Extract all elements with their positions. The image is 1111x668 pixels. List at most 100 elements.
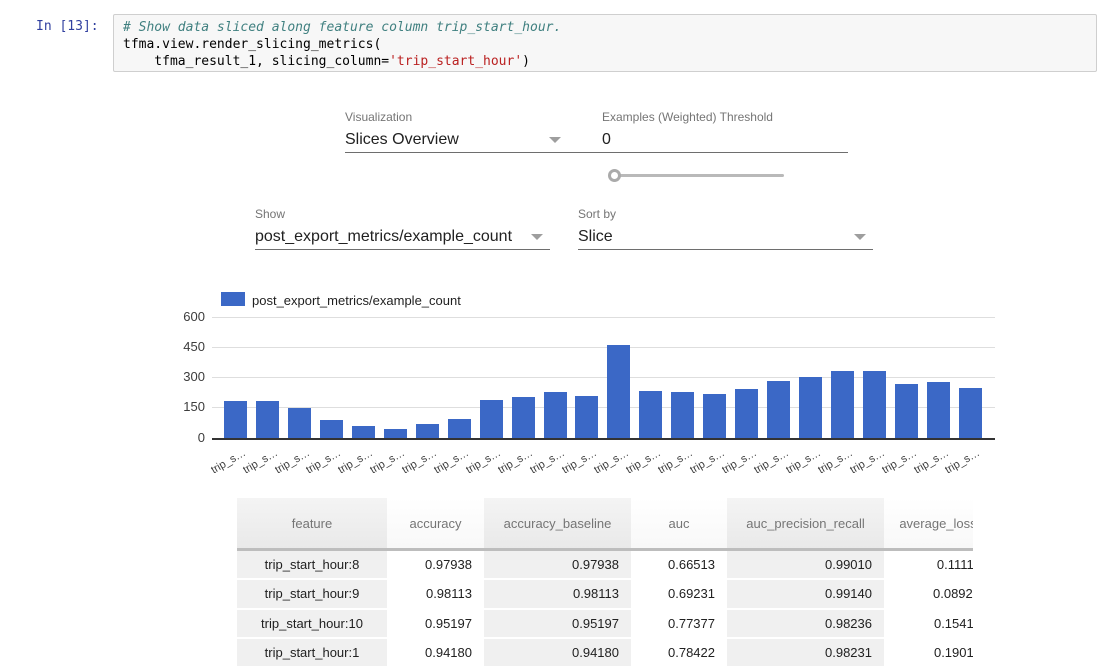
x-axis-tick-label: trip_s… <box>880 447 919 476</box>
metrics-table[interactable]: featuretrip_start_hour:8trip_start_hour:… <box>237 498 973 668</box>
bar-19[interactable] <box>831 371 854 438</box>
metric-cell: 0.99140 <box>727 580 884 609</box>
metric-cell: 0.97938 <box>387 551 484 580</box>
feature-cell: trip_start_hour:9 <box>237 580 387 609</box>
gridline <box>212 317 995 318</box>
metric-cell: 0.66513 <box>631 551 727 580</box>
metric-cell: 0.97938 <box>484 551 631 580</box>
threshold-underline <box>602 152 848 153</box>
table-column-average_loss: average_loss 0.111110.089220.154110.19011 <box>884 498 973 668</box>
bar-14[interactable] <box>671 392 694 438</box>
column-header[interactable]: accuracy <box>387 498 484 548</box>
threshold-slider-track[interactable] <box>615 174 784 177</box>
x-axis-tick-label: trip_s… <box>912 447 951 476</box>
y-axis-tick-label: 300 <box>173 369 205 384</box>
metric-cell: 0.77377 <box>631 610 727 639</box>
table-column-feature: featuretrip_start_hour:8trip_start_hour:… <box>237 498 387 668</box>
sort-by-select[interactable]: Slice <box>578 228 613 246</box>
metric-cell: 0.98236 <box>727 610 884 639</box>
x-axis-tick-label: trip_s… <box>848 447 887 476</box>
bar-21[interactable] <box>895 384 918 438</box>
metric-cell: 0.19011 <box>884 639 973 668</box>
bar-4[interactable] <box>352 426 375 438</box>
bar-15[interactable] <box>703 394 726 438</box>
bar-7[interactable] <box>448 419 471 438</box>
bar-6[interactable] <box>416 424 439 438</box>
table-column-accuracy_baseline: accuracy_baseline0.979380.981130.951970.… <box>484 498 631 668</box>
bar-22[interactable] <box>927 382 950 438</box>
bar-1[interactable] <box>256 401 279 438</box>
metric-cell: 0.99010 <box>727 551 884 580</box>
metric-cell: 0.11111 <box>884 551 973 580</box>
gridline <box>212 347 995 348</box>
bar-10[interactable] <box>544 392 567 438</box>
x-axis-tick-label: trip_s… <box>720 447 759 476</box>
x-axis-tick-label: trip_s… <box>752 447 791 476</box>
x-axis-tick-label: trip_s… <box>944 447 983 476</box>
metric-cell: 0.95197 <box>387 610 484 639</box>
x-axis-tick-label: trip_s… <box>336 447 375 476</box>
metric-cell: 0.78422 <box>631 639 727 668</box>
chevron-down-icon[interactable] <box>531 234 543 240</box>
x-axis-tick-label: trip_s… <box>528 447 567 476</box>
bar-11[interactable] <box>575 396 598 438</box>
metric-cell: 0.98113 <box>387 580 484 609</box>
x-axis-tick-label: trip_s… <box>592 447 631 476</box>
show-underline <box>255 249 550 250</box>
bar-18[interactable] <box>799 377 822 438</box>
bar-12[interactable] <box>607 345 630 438</box>
column-header[interactable]: average_loss <box>884 498 973 548</box>
visualization-label: Visualization <box>345 110 412 124</box>
x-axis-tick-label: trip_s… <box>273 447 312 476</box>
bar-13[interactable] <box>639 391 662 438</box>
threshold-input[interactable]: 0 <box>602 131 611 149</box>
bar-0[interactable] <box>224 401 247 438</box>
x-axis-tick-label: trip_s… <box>368 447 407 476</box>
chevron-down-icon[interactable] <box>549 137 561 143</box>
sort-by-underline <box>578 249 873 250</box>
bar-16[interactable] <box>735 389 758 438</box>
show-select[interactable]: post_export_metrics/example_count <box>255 228 512 246</box>
x-axis-tick-label: trip_s… <box>656 447 695 476</box>
bar-23[interactable] <box>959 388 982 438</box>
code-comment-line: # Show data sliced along feature column … <box>123 19 1087 36</box>
bar-17[interactable] <box>767 381 790 438</box>
y-axis-tick-label: 450 <box>173 339 205 354</box>
legend-label: post_export_metrics/example_count <box>252 293 461 308</box>
bar-20[interactable] <box>863 371 886 438</box>
x-axis-line <box>212 438 995 440</box>
x-axis-tick-label: trip_s… <box>496 447 535 476</box>
x-axis-tick-label: trip_s… <box>432 447 471 476</box>
legend-swatch <box>221 292 245 306</box>
cell-prompt: In [13]: <box>36 19 99 34</box>
metric-cell: 0.95197 <box>484 610 631 639</box>
bar-5[interactable] <box>384 429 407 438</box>
metric-cell: 0.15411 <box>884 610 973 639</box>
column-header[interactable]: accuracy_baseline <box>484 498 631 548</box>
code-cell[interactable]: # Show data sliced along feature column … <box>113 14 1097 72</box>
metric-cell: 0.69231 <box>631 580 727 609</box>
threshold-slider-handle[interactable] <box>608 169 621 182</box>
visualization-select[interactable]: Slices Overview <box>345 131 459 149</box>
table-column-accuracy: accuracy 0.979380.981130.951970.94180 <box>387 498 484 668</box>
x-axis-tick-label: trip_s… <box>209 447 248 476</box>
bar-2[interactable] <box>288 408 311 438</box>
code-line-2: tfma.view.render_slicing_metrics( <box>123 36 1087 53</box>
table-column-auc_precision_recall: auc_precision_recall0.990100.991400.9823… <box>727 498 884 668</box>
bar-3[interactable] <box>320 420 343 438</box>
metric-cell: 0.98231 <box>727 639 884 668</box>
chevron-down-icon[interactable] <box>854 234 866 240</box>
column-header[interactable]: auc <box>631 498 727 548</box>
bar-9[interactable] <box>512 397 535 438</box>
bar-8[interactable] <box>480 400 503 438</box>
feature-cell: trip_start_hour:1 <box>237 639 387 668</box>
column-header[interactable]: feature <box>237 498 387 548</box>
y-axis-tick-label: 0 <box>173 430 205 445</box>
x-axis-tick-label: trip_s… <box>688 447 727 476</box>
feature-cell: trip_start_hour:8 <box>237 551 387 580</box>
metric-cell: 0.94180 <box>387 639 484 668</box>
code-line-3: tfma_result_1, slicing_column='trip_star… <box>123 53 1087 70</box>
metric-cell: 0.08922 <box>884 580 973 609</box>
threshold-label: Examples (Weighted) Threshold <box>602 110 773 124</box>
column-header[interactable]: auc_precision_recall <box>727 498 884 548</box>
